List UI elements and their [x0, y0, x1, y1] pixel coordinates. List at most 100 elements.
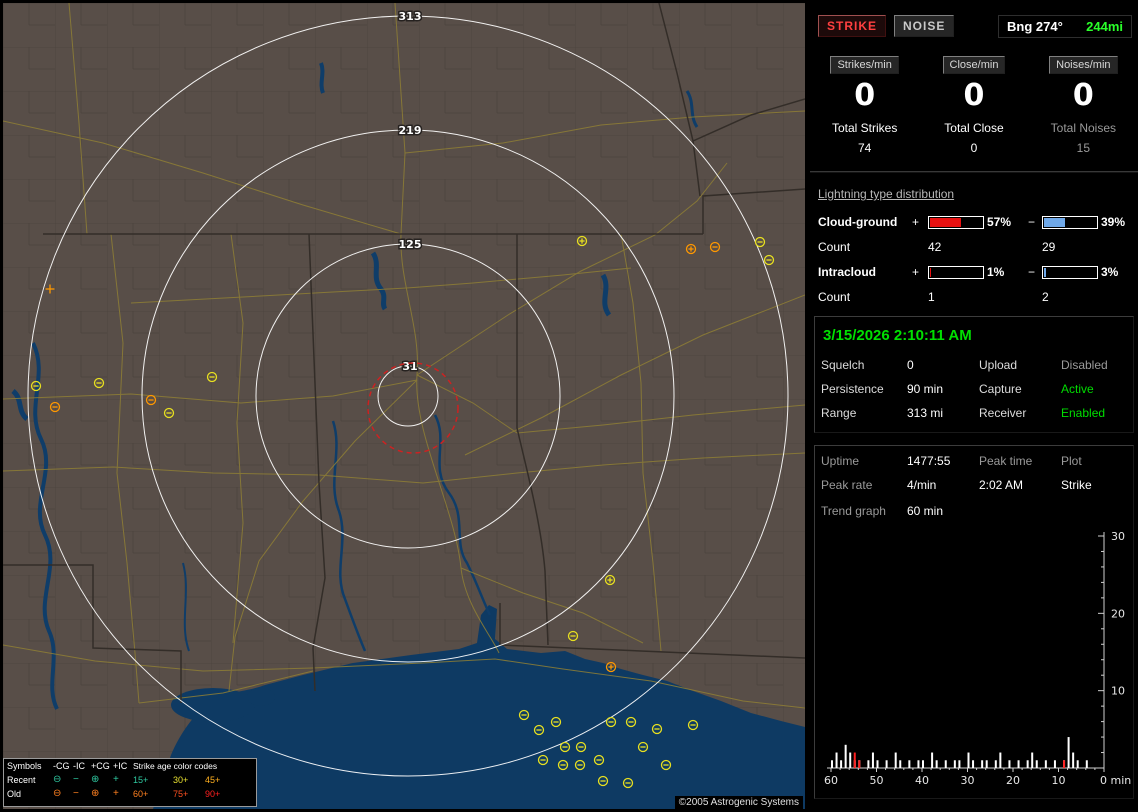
capture-status: Active — [1061, 382, 1094, 396]
legend-old-row: Old ⊖ − ⊕ + 60+ 75+ 90+ — [4, 787, 256, 801]
total-close: Total Close 0 — [919, 121, 1028, 155]
legend-recent-row: Recent ⊖ − ⊕ + 15+ 30+ 45+ — [4, 773, 256, 787]
cg-minus-pct: 39% — [1101, 215, 1126, 229]
status-grid: Squelch 0 Upload Disabled Persistence 90… — [821, 358, 1133, 420]
svg-text:60: 60 — [824, 774, 838, 787]
ic-plus-count: 1 — [928, 290, 935, 304]
ic-plus-bar — [928, 265, 984, 279]
plus-sign: + — [912, 215, 920, 229]
lake-pontchartrain — [171, 688, 255, 722]
total-strikes: Total Strikes 74 — [810, 121, 919, 155]
lightning-map: 313 219 125 31 Symbols -CG -IC +CG +IC Stri… — [3, 3, 805, 809]
age-code-15: 15+ — [133, 775, 149, 785]
trend-window-value: 60 min — [907, 504, 944, 518]
session-grid: Uptime 1477:55 Peak time Plot Peak rate … — [821, 454, 1133, 492]
age-code-90: 90+ — [205, 789, 221, 799]
minus-icon: − — [73, 774, 79, 785]
range-ring-label: 313 — [399, 10, 422, 23]
peak-rate-label: Peak rate — [821, 478, 873, 492]
legend-ic-neg-header: -IC — [73, 761, 85, 771]
svg-text:50: 50 — [870, 774, 884, 787]
total-strikes-label: Total Strikes — [831, 121, 898, 135]
noise-button[interactable]: NOISE — [894, 15, 955, 37]
strike-button[interactable]: STRIKE — [818, 15, 887, 37]
lake — [247, 688, 275, 706]
strikes-per-min: Strikes/min 0 — [810, 56, 919, 113]
upload-label: Upload — [979, 358, 1018, 372]
svg-text:30: 30 — [961, 774, 975, 787]
status-panel: 3/15/2026 2:10:11 AM Squelch 0 Upload Di… — [814, 316, 1134, 433]
ic-minus-count: 2 — [1042, 290, 1049, 304]
copyright-text: ©2005 Astrogenic Systems — [674, 796, 803, 809]
trend-graph: 10 20 30 60 50 40 30 20 10 0 min — [824, 530, 1131, 787]
legend-cg-neg-header: -CG — [53, 761, 70, 771]
age-code-45: 45+ — [205, 775, 221, 785]
close-per-min-chip: Close/min — [942, 56, 1006, 74]
age-code-60: 60+ — [133, 789, 149, 799]
intracloud-label: Intracloud — [818, 265, 877, 279]
rate-counters: Strikes/min 0 Close/min 0 Noises/min 0 — [810, 56, 1138, 113]
svg-text:10: 10 — [1052, 774, 1066, 787]
legend-symbols-header: Symbols — [7, 761, 42, 771]
ic-minus-pct: 3% — [1101, 265, 1119, 279]
bearing-display: Bng 274° 244mi — [998, 14, 1132, 38]
plus-icon: + — [113, 774, 119, 785]
range-ring-label: 125 — [399, 238, 422, 251]
close-per-min: Close/min 0 — [919, 56, 1028, 113]
range-label: Range — [821, 406, 857, 420]
range-value: 313 mi — [907, 406, 944, 420]
circle-minus-icon: ⊖ — [53, 774, 62, 785]
bearing-label: Bng 274° — [1007, 18, 1063, 34]
minus-sign: − — [1028, 215, 1036, 229]
squelch-label: Squelch — [821, 358, 865, 372]
circle-plus-icon: ⊕ — [91, 774, 100, 785]
lightning-monitor-window: 313 219 125 31 Symbols -CG -IC +CG +IC Stri… — [0, 0, 1138, 812]
persistence-value: 90 min — [907, 382, 944, 396]
uptime-label: Uptime — [821, 454, 860, 468]
circle-plus-icon: ⊕ — [91, 788, 100, 799]
svg-text:10: 10 — [1111, 685, 1125, 698]
persistence-label: Persistence — [821, 382, 884, 396]
legend-header-row: Symbols -CG -IC +CG +IC Strike age color… — [4, 759, 256, 773]
plus-sign: + — [912, 265, 920, 279]
ic-count-label: Count — [818, 290, 851, 304]
range-ring-label: 31 — [402, 360, 417, 373]
plot-label: Plot — [1061, 454, 1082, 468]
peak-time-label: Peak time — [979, 454, 1033, 468]
total-strikes-value: 74 — [857, 141, 872, 155]
total-noises-label: Total Noises — [1050, 121, 1117, 135]
cg-minus-bar — [1042, 215, 1098, 229]
age-code-75: 75+ — [173, 789, 189, 799]
legend-old-label: Old — [7, 789, 22, 799]
legend-recent-label: Recent — [7, 775, 36, 785]
strikes-per-min-chip: Strikes/min — [830, 56, 899, 74]
legend-age-title: Strike age color codes — [133, 761, 218, 771]
total-noises-value: 15 — [1076, 141, 1090, 155]
receiver-label: Receiver — [979, 406, 1027, 420]
svg-text:20: 20 — [1111, 607, 1125, 620]
bearing-distance: 244mi — [1086, 18, 1123, 34]
ic-minus-bar — [1042, 265, 1098, 279]
distribution-grid: Cloud-ground + 57% − 39% Count 42 29 Int… — [818, 215, 1138, 304]
map-legend: Symbols -CG -IC +CG +IC Strike age color… — [3, 758, 257, 807]
circle-minus-icon: ⊖ — [53, 788, 62, 799]
peak-time-value: 2:02 AM — [979, 478, 1024, 492]
cg-minus-count: 29 — [1042, 240, 1056, 254]
age-code-30: 30+ — [173, 775, 189, 785]
distribution-title: Lightning type distribution — [818, 187, 955, 201]
strikes-per-min-value: 0 — [854, 78, 876, 113]
cg-plus-pct: 57% — [987, 215, 1012, 229]
range-ring-label: 219 — [399, 124, 422, 137]
svg-text:30: 30 — [1111, 530, 1125, 543]
noises-per-min-value: 0 — [1072, 78, 1094, 113]
total-noises: Total Noises 15 — [1029, 121, 1138, 155]
ic-plus-pct: 1% — [987, 265, 1005, 279]
trend-graph-label: Trend graph — [821, 504, 886, 518]
squelch-value: 0 — [907, 358, 914, 372]
total-close-label: Total Close — [944, 121, 1004, 135]
plot-value: Strike — [1061, 478, 1092, 492]
legend-ic-pos-header: +IC — [113, 761, 128, 771]
svg-text:20: 20 — [1006, 774, 1020, 787]
minus-icon: − — [73, 788, 79, 799]
cg-plus-count: 42 — [928, 240, 942, 254]
